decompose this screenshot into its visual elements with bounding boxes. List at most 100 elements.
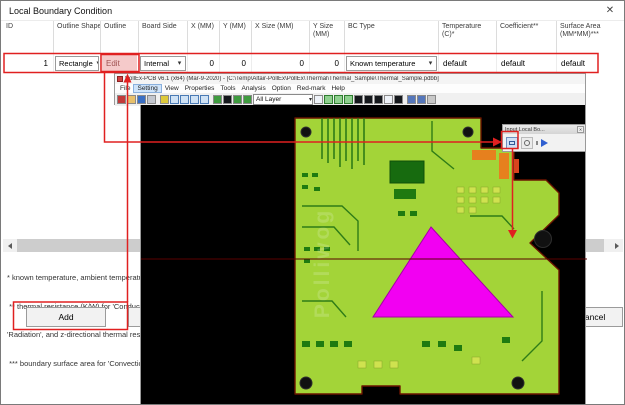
app-icon[interactable]	[117, 95, 126, 104]
menu-properties[interactable]: Properties	[182, 85, 218, 92]
zoom-fit-icon[interactable]	[200, 95, 209, 104]
rectangle-glyph	[509, 141, 515, 145]
zoom-out-icon[interactable]	[180, 95, 189, 104]
cell-outline: Edit	[100, 54, 138, 72]
component-bottom-icon[interactable]	[243, 95, 252, 104]
inner-side-icon[interactable]	[334, 95, 343, 104]
window-cascade-icon[interactable]	[417, 95, 426, 104]
cell-outline-shape: Rectangle	[53, 54, 100, 72]
menu-option[interactable]: Option	[269, 85, 294, 92]
chevron-down-icon[interactable]	[174, 57, 185, 70]
text-layer-icon[interactable]	[394, 95, 403, 104]
col-y-size: Y Size (MM)	[309, 21, 344, 54]
close-icon[interactable]	[577, 126, 584, 133]
apply-arrow-icon[interactable]	[541, 139, 548, 147]
open-icon[interactable]	[127, 95, 136, 104]
pollex-app-icon	[117, 76, 123, 82]
cell-y-size[interactable]: 0	[309, 54, 344, 72]
board-watermark: Polliwog	[311, 208, 334, 318]
mini-toolbar-titlebar[interactable]: Input Local Bo...	[503, 125, 585, 134]
measure-icon[interactable]	[427, 95, 436, 104]
cell-y-mm[interactable]: 0	[219, 54, 251, 72]
col-coefficient: Coefficient**	[496, 21, 556, 54]
scroll-left-button[interactable]	[3, 239, 16, 252]
input-local-boundary-toolbar: Input Local Bo...	[502, 124, 586, 152]
dialog-titlebar: Local Boundary Condition	[1, 1, 624, 21]
col-outline-shape: Outline Shape	[53, 21, 100, 54]
via-layer-icon[interactable]	[374, 95, 383, 104]
table-row[interactable]: 1 Rectangle Edit Internal 0 0 0 0 Known …	[3, 54, 624, 72]
col-id: ID	[3, 21, 53, 54]
table-header: ID Outline Shape Outline Board Side X (M…	[3, 21, 624, 54]
bc-type-combo[interactable]: Known temperature	[346, 56, 437, 71]
chevron-down-icon	[309, 96, 312, 103]
menu-red-mark[interactable]: Red-mark	[294, 85, 329, 92]
top-side-icon[interactable]	[324, 95, 333, 104]
component-orange	[472, 150, 496, 160]
toolbar-separator	[210, 95, 212, 105]
window-tile-icon[interactable]	[407, 95, 416, 104]
cell-id: 1	[3, 54, 53, 72]
col-bc-type: BC Type	[344, 21, 438, 54]
menu-tools[interactable]: Tools	[217, 85, 238, 92]
chevron-down-icon[interactable]	[425, 57, 436, 70]
pcb-menubar: File Setting View Properties Tools Analy…	[115, 84, 585, 93]
separator-dot	[536, 141, 538, 145]
plane-layer-icon[interactable]	[384, 95, 393, 104]
board-side-combo[interactable]: Internal	[140, 56, 186, 71]
col-temperature: Temperature (C)*	[438, 21, 496, 54]
dialog-title: Local Boundary Condition	[9, 6, 112, 16]
layer-dark-icon[interactable]	[223, 95, 232, 104]
circle-tool-icon[interactable]	[521, 137, 533, 149]
toolbar-separator	[157, 95, 159, 105]
menu-setting[interactable]: Setting	[133, 84, 161, 93]
cell-bc-type: Known temperature	[344, 54, 438, 72]
col-y-mm: Y (MM)	[219, 21, 251, 54]
mini-toolbar-title: Input Local Bo...	[503, 127, 577, 133]
cell-x-size[interactable]: 0	[251, 54, 309, 72]
board-view-icon[interactable]	[213, 95, 222, 104]
pad-layer-icon[interactable]	[354, 95, 363, 104]
col-outline: Outline	[100, 21, 138, 54]
menu-view[interactable]: View	[162, 85, 182, 92]
cell-surface-area[interactable]: default	[556, 54, 624, 72]
pcb-window-titlebar[interactable]: PollEx-PCB v6.1 (x64) (Mar-9-2020) - [C:…	[115, 74, 585, 84]
menu-help[interactable]: Help	[328, 85, 347, 92]
local-boundary-condition-dialog: Local Boundary Condition ID Outline Shap…	[0, 0, 625, 405]
scroll-right-button[interactable]	[610, 239, 623, 252]
add-button[interactable]: Add	[26, 307, 106, 327]
zoom-window-icon[interactable]	[190, 95, 199, 104]
col-x-size: X Size (MM)	[251, 21, 309, 54]
arrow-left-icon	[8, 243, 12, 249]
mini-toolbar-body	[503, 134, 585, 151]
col-surface-area: Surface Area (MM*MM)***	[556, 21, 624, 54]
cell-x-mm[interactable]: 0	[187, 54, 219, 72]
rectangle-tool-icon[interactable]	[506, 137, 518, 149]
highlight-icon[interactable]	[160, 95, 169, 104]
line-layer-icon[interactable]	[364, 95, 373, 104]
page-icon[interactable]	[314, 95, 323, 104]
menu-file[interactable]: File	[117, 85, 133, 92]
pcb-canvas[interactable]: Polliwog Input Local Bo...	[140, 105, 586, 405]
menu-analysis[interactable]: Analysis	[239, 85, 269, 92]
cell-board-side: Internal	[138, 54, 187, 72]
col-x-mm: X (MM)	[187, 21, 219, 54]
bottom-side-icon[interactable]	[344, 95, 353, 104]
print-icon[interactable]	[147, 95, 156, 104]
pcb-window: PollEx-PCB v6.1 (x64) (Mar-9-2020) - [C:…	[114, 73, 586, 105]
edit-link[interactable]: Edit	[102, 55, 137, 71]
save-icon[interactable]	[137, 95, 146, 104]
layer-combo[interactable]: All Layer	[253, 94, 313, 105]
col-board-side: Board Side	[138, 21, 187, 54]
pcb-window-title: PollEx-PCB v6.1 (x64) (Mar-9-2020) - [C:…	[125, 76, 439, 82]
circle-glyph	[524, 140, 530, 146]
zoom-in-icon[interactable]	[170, 95, 179, 104]
chevron-down-icon[interactable]	[93, 57, 99, 70]
close-icon[interactable]	[603, 4, 617, 18]
toolbar-separator	[404, 95, 406, 105]
cell-temperature[interactable]: default	[438, 54, 496, 72]
component-top-icon[interactable]	[233, 95, 242, 104]
outline-shape-combo[interactable]: Rectangle	[55, 56, 99, 71]
arrow-right-icon	[615, 243, 619, 249]
cell-coefficient[interactable]: default	[496, 54, 556, 72]
